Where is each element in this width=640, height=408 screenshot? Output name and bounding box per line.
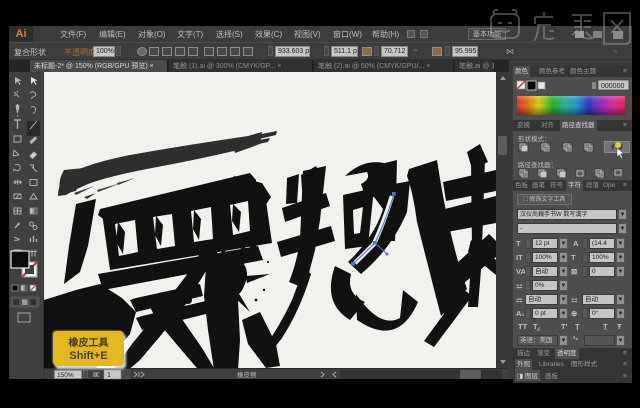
- svg-text:橡皮擦: 橡皮擦: [237, 370, 257, 379]
- svg-text:000000: 000000: [601, 83, 624, 90]
- svg-text:1: 1: [107, 372, 111, 379]
